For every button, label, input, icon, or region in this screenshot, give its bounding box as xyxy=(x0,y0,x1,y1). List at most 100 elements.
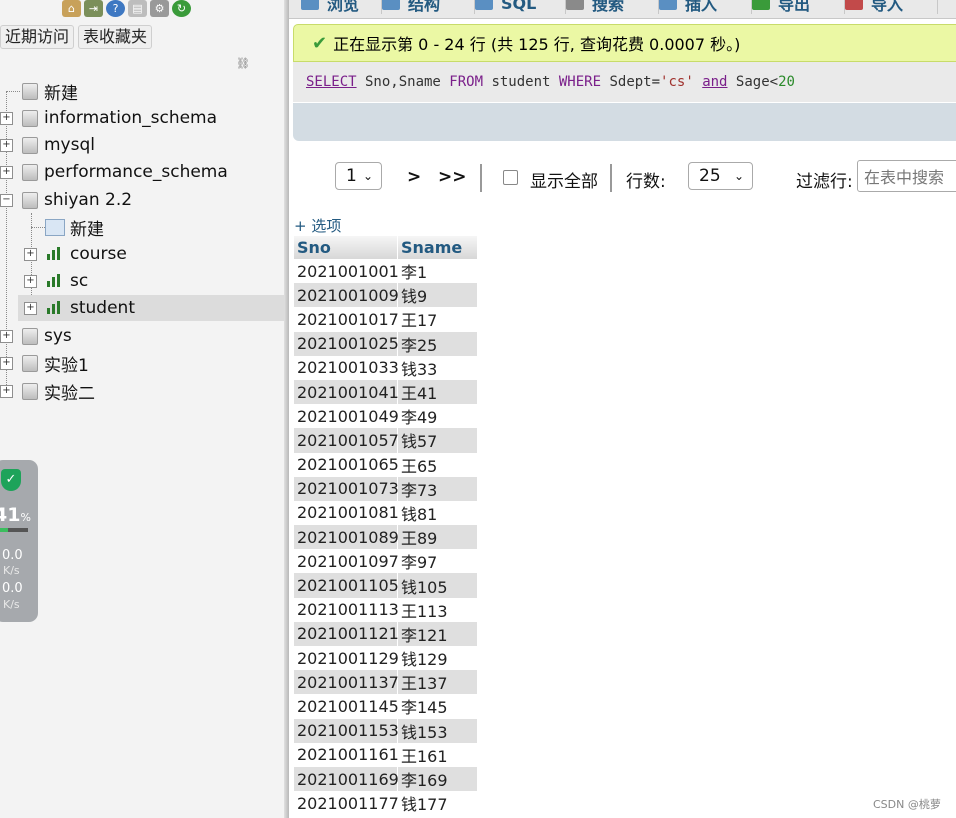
table-row[interactable]: 2021001041 王41 xyxy=(294,379,477,405)
table-row[interactable]: 2021001009 钱9 xyxy=(294,283,477,308)
column-header-sno[interactable]: Sno xyxy=(294,236,398,259)
cell-sname[interactable]: 李49 xyxy=(398,404,477,428)
cell-sname[interactable]: 钱129 xyxy=(398,646,477,670)
cell-sno[interactable]: 2021001073 xyxy=(294,476,399,501)
cell-sno[interactable]: 2021001089 xyxy=(294,525,399,550)
tab-export[interactable]: 导出 xyxy=(752,0,845,14)
cell-sno[interactable]: 2021001065 xyxy=(294,452,399,477)
cell-sno[interactable]: 2021001105 xyxy=(294,573,399,598)
table-row[interactable]: 2021001161 王161 xyxy=(294,742,477,767)
tree-item-mysql[interactable]: + mysql xyxy=(0,132,284,158)
cell-sno[interactable]: 2021001153 xyxy=(294,718,399,743)
table-row[interactable]: 2021001121 李121 xyxy=(294,621,477,646)
sql-keyword[interactable]: SELECT xyxy=(306,74,357,90)
table-row[interactable]: 2021001089 王89 xyxy=(294,525,477,550)
expand-icon[interactable]: + xyxy=(24,275,37,288)
cell-sname[interactable]: 王17 xyxy=(398,307,477,331)
expand-icon[interactable]: + xyxy=(24,302,37,315)
tab-insert[interactable]: 插入 xyxy=(659,0,752,14)
options-link[interactable]: + 选项 xyxy=(294,215,341,236)
expand-icon[interactable]: + xyxy=(0,357,13,370)
cell-sname[interactable]: 王89 xyxy=(398,525,477,549)
gear-icon[interactable]: ⚙ xyxy=(150,0,169,17)
recent-button[interactable]: 近期访问 xyxy=(0,25,75,49)
table-row[interactable]: 2021001097 李97 xyxy=(294,549,477,574)
logout-icon[interactable]: ⇥ xyxy=(84,0,103,17)
expand-icon[interactable]: + xyxy=(0,139,13,152)
collapse-icon[interactable]: − xyxy=(0,194,13,207)
tab-import[interactable]: 导入 xyxy=(845,0,938,14)
tree-item-student[interactable]: + student xyxy=(18,295,284,321)
cell-sname[interactable]: 王41 xyxy=(398,380,477,404)
table-row[interactable]: 2021001145 李145 xyxy=(294,694,477,719)
cell-sname[interactable]: 钱153 xyxy=(398,719,477,743)
tree-item-shiyan2[interactable]: + 实验二 xyxy=(0,378,284,404)
help-icon[interactable]: ? xyxy=(106,0,125,17)
cell-sname[interactable]: 王137 xyxy=(398,670,477,694)
table-row[interactable]: 2021001129 钱129 xyxy=(294,646,477,671)
cell-sname[interactable]: 钱105 xyxy=(398,573,477,597)
table-row[interactable]: 2021001105 钱105 xyxy=(294,573,477,598)
table-row[interactable]: 2021001001 李1 xyxy=(294,259,477,284)
docs-icon[interactable]: ▤ xyxy=(128,0,147,17)
expand-icon[interactable]: + xyxy=(0,330,13,343)
show-all-checkbox[interactable] xyxy=(503,170,518,185)
table-row[interactable]: 2021001073 李73 xyxy=(294,476,477,501)
cell-sname[interactable]: 王161 xyxy=(398,743,477,767)
table-row[interactable]: 2021001169 李169 xyxy=(294,766,477,792)
table-row[interactable]: 2021001033 钱33 xyxy=(294,355,477,380)
expand-icon[interactable]: + xyxy=(0,166,13,179)
table-row[interactable]: 2021001049 李49 xyxy=(294,404,477,429)
tree-item-new-db[interactable]: 新建 xyxy=(0,78,284,104)
tree-item-performance-schema[interactable]: + performance_schema xyxy=(0,159,284,185)
cell-sno[interactable]: 2021001121 xyxy=(294,621,399,646)
cell-sno[interactable]: 2021001033 xyxy=(294,355,399,380)
cell-sno[interactable]: 2021001145 xyxy=(294,694,399,719)
tree-item-shiyan1[interactable]: + 实验1 xyxy=(0,350,284,376)
reload-icon[interactable]: ↻ xyxy=(172,0,191,17)
last-page-button[interactable]: >> xyxy=(438,167,467,187)
table-row[interactable]: 2021001057 钱57 xyxy=(294,428,477,453)
cell-sname[interactable]: 李25 xyxy=(398,332,477,356)
link-icon[interactable]: ⛓ xyxy=(236,57,250,70)
cell-sno[interactable]: 2021001025 xyxy=(294,331,399,356)
cell-sno[interactable]: 2021001137 xyxy=(294,670,399,695)
cell-sname[interactable]: 钱57 xyxy=(398,428,477,452)
cell-sname[interactable]: 钱81 xyxy=(398,501,477,525)
cell-sno[interactable]: 2021001049 xyxy=(294,404,399,429)
tree-item-sys[interactable]: + sys xyxy=(0,323,284,349)
next-page-button[interactable]: > xyxy=(407,167,421,187)
cell-sno[interactable]: 2021001169 xyxy=(294,766,399,792)
cell-sname[interactable]: 李169 xyxy=(398,767,477,791)
cell-sno[interactable]: 2021001177 xyxy=(294,791,399,816)
panel-resizer[interactable] xyxy=(284,0,289,818)
cell-sname[interactable]: 李73 xyxy=(398,477,477,501)
cell-sname[interactable]: 李1 xyxy=(398,259,477,283)
cell-sname[interactable]: 李121 xyxy=(398,622,477,646)
cell-sno[interactable]: 2021001001 xyxy=(294,259,399,284)
system-monitor-widget[interactable]: ✓ 41% 0.0 K/s 0.0 K/s xyxy=(0,460,38,622)
cell-sname[interactable]: 钱33 xyxy=(398,356,477,380)
cell-sno[interactable]: 2021001057 xyxy=(294,428,399,453)
tree-item-new-table[interactable]: 新建 xyxy=(0,214,284,240)
cell-sname[interactable]: 王113 xyxy=(398,598,477,622)
cell-sno[interactable]: 2021001009 xyxy=(294,283,399,308)
tree-item-course[interactable]: + course xyxy=(0,241,284,267)
cell-sname[interactable]: 李145 xyxy=(398,694,477,718)
cell-sname[interactable]: 王65 xyxy=(398,453,477,477)
tab-search[interactable]: 搜索 xyxy=(566,0,659,14)
column-header-sname[interactable]: Sname xyxy=(398,236,477,259)
expand-icon[interactable]: + xyxy=(24,248,37,261)
favorites-button[interactable]: 表收藏夹 xyxy=(78,25,153,49)
table-row[interactable]: 2021001025 李25 xyxy=(294,331,477,356)
tab-structure[interactable]: 结构 xyxy=(382,0,475,14)
table-row[interactable]: 2021001137 王137 xyxy=(294,670,477,695)
expand-icon[interactable]: + xyxy=(0,112,13,125)
tree-item-information-schema[interactable]: + information_schema xyxy=(0,105,284,131)
cell-sno[interactable]: 2021001161 xyxy=(294,742,399,767)
table-row[interactable]: 2021001177 钱177 xyxy=(294,791,477,816)
filter-search-input[interactable]: 在表中搜索 xyxy=(857,160,956,192)
cell-sno[interactable]: 2021001113 xyxy=(294,597,399,622)
table-row[interactable]: 2021001153 钱153 xyxy=(294,718,477,743)
cell-sno[interactable]: 2021001017 xyxy=(294,307,399,332)
